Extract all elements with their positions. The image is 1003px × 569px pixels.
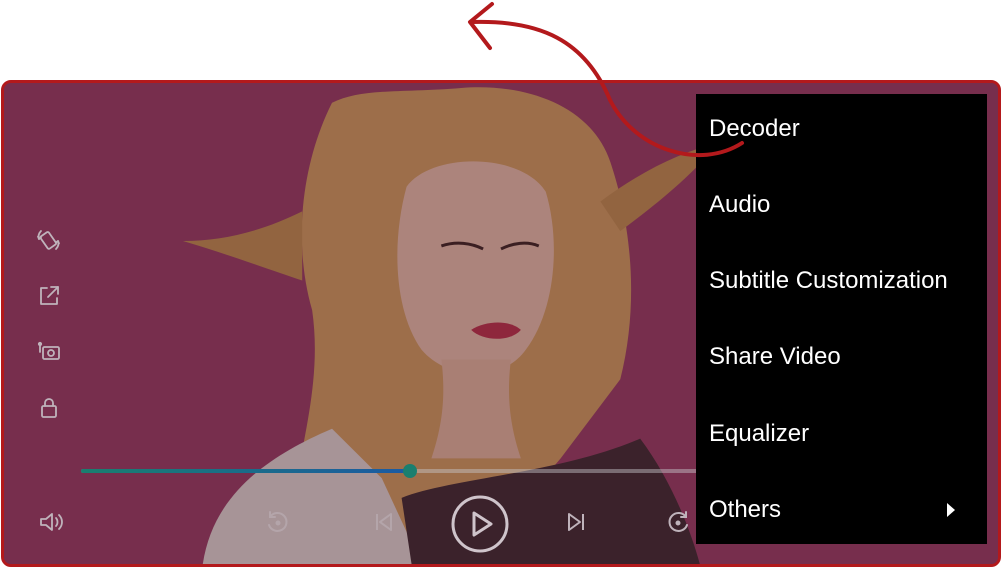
menu-item-others[interactable]: Others xyxy=(696,472,987,548)
seek-thumb[interactable] xyxy=(402,464,417,478)
menu-item-subtitle-customization[interactable]: Subtitle Customization xyxy=(696,243,987,319)
menu-item-label: Audio xyxy=(709,191,771,218)
popout-window-icon[interactable] xyxy=(32,279,66,313)
volume-icon[interactable] xyxy=(34,505,68,539)
menu-item-label: Decoder xyxy=(709,115,800,142)
seek-bar[interactable] xyxy=(81,464,701,478)
play-icon[interactable] xyxy=(449,493,511,555)
seek-progress xyxy=(81,469,410,473)
menu-item-share-video[interactable]: Share Video xyxy=(696,319,987,395)
previous-icon[interactable] xyxy=(366,505,400,539)
menu-item-label: Subtitle Customization xyxy=(709,267,948,294)
menu-item-label: Equalizer xyxy=(709,420,810,447)
player-options-menu: Decoder Audio Subtitle Customization Sha… xyxy=(696,94,987,544)
menu-item-decoder[interactable]: Decoder xyxy=(696,91,987,167)
menu-item-equalizer[interactable]: Equalizer xyxy=(696,396,987,472)
background-play-icon[interactable] xyxy=(32,335,66,369)
menu-item-audio[interactable]: Audio xyxy=(696,167,987,243)
menu-item-label: Share Video xyxy=(709,343,841,370)
next-icon[interactable] xyxy=(560,505,594,539)
chevron-right-icon xyxy=(947,503,955,517)
rewind-icon[interactable] xyxy=(260,505,294,539)
menu-item-label: Others xyxy=(709,496,782,523)
fast-forward-icon[interactable] xyxy=(662,505,696,539)
screen-rotate-icon[interactable] xyxy=(32,223,66,257)
lock-icon[interactable] xyxy=(32,391,66,425)
